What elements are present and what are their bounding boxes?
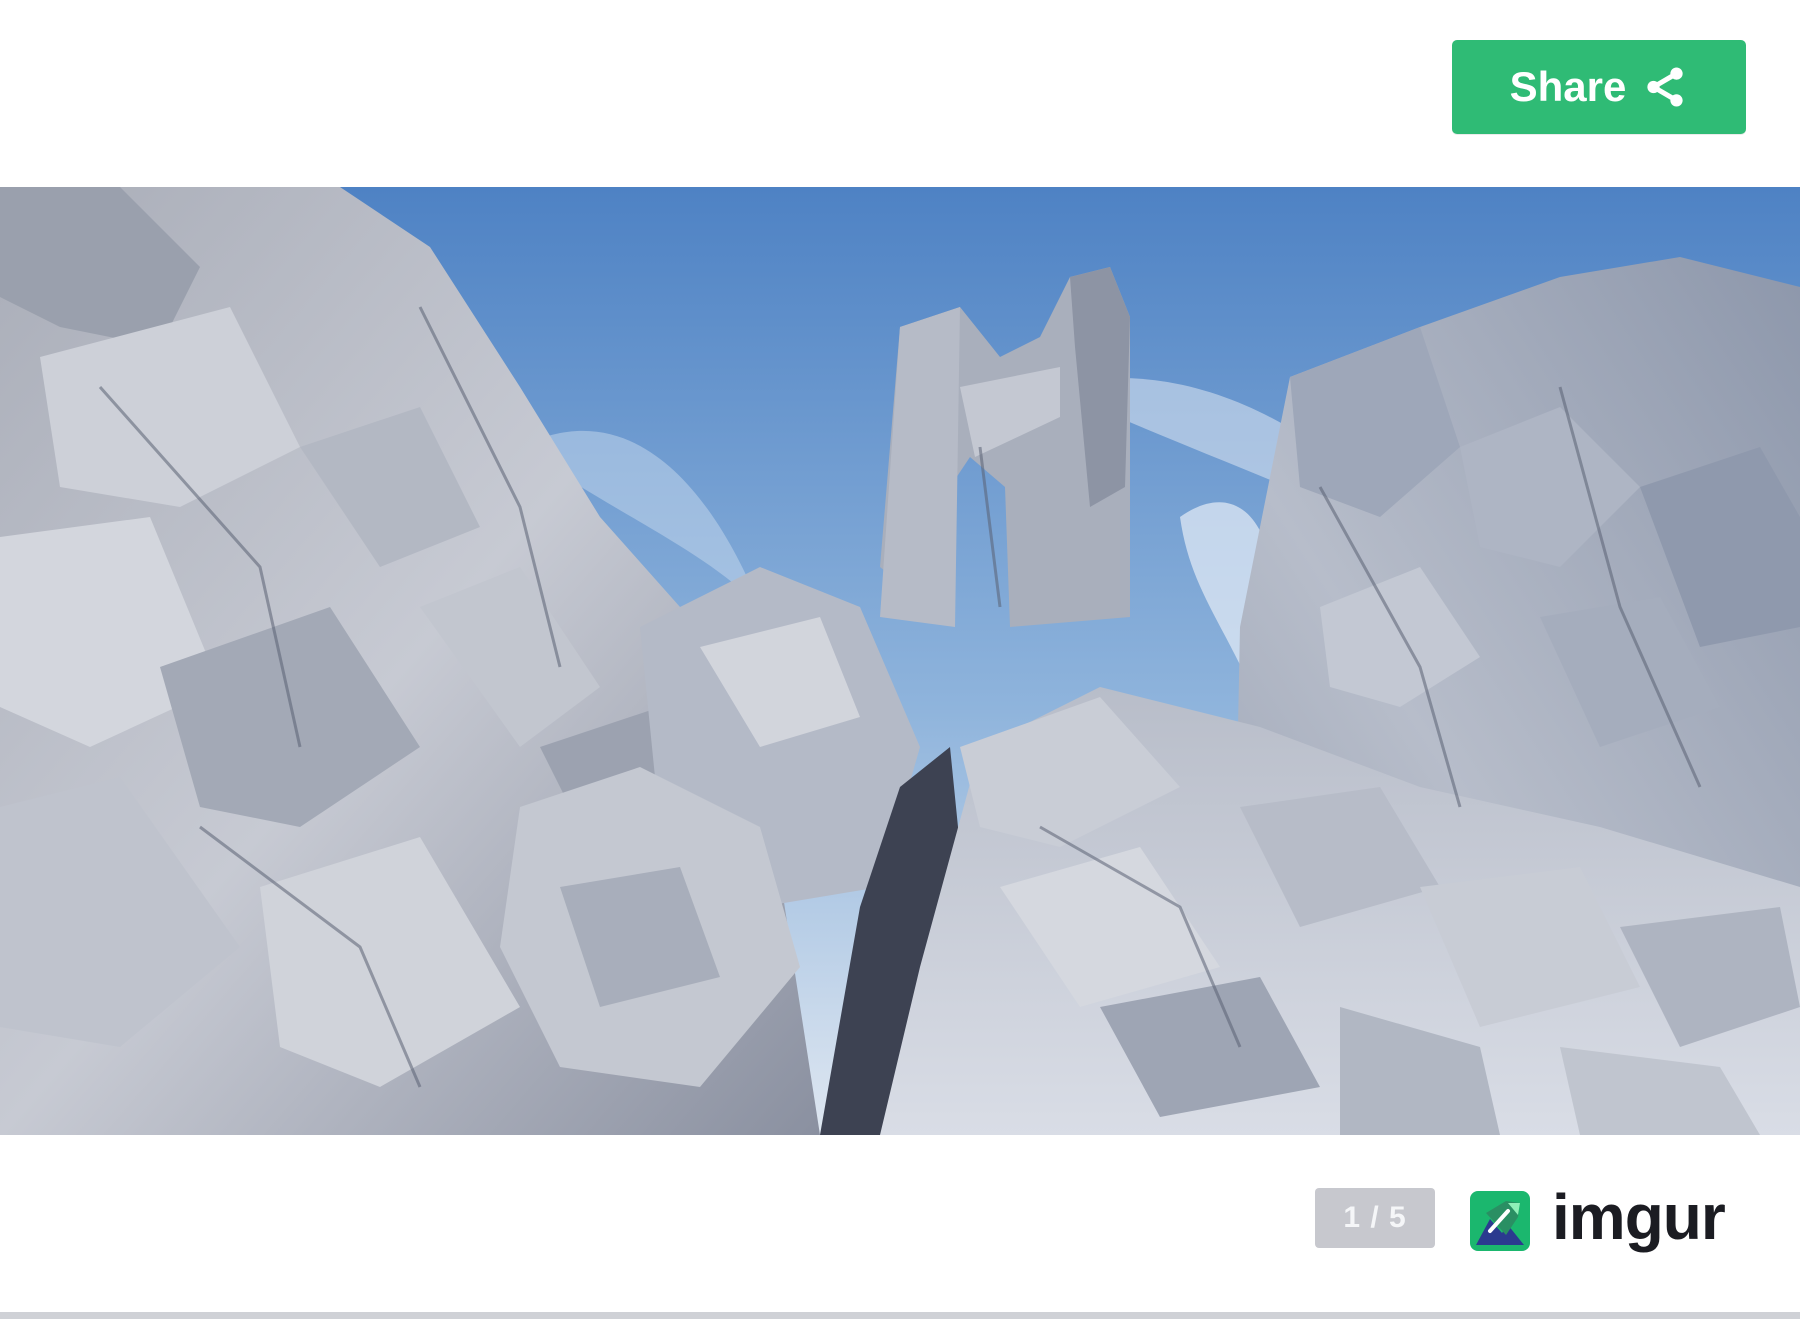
imgur-wordmark: imgur <box>1552 1181 1726 1253</box>
imgur-logo-icon <box>1470 1191 1530 1251</box>
imgur-brand-link[interactable]: imgur <box>1468 1181 1726 1256</box>
share-icon <box>1647 67 1683 107</box>
share-label: Share <box>1509 63 1627 110</box>
gallery-image[interactable] <box>0 187 1800 1135</box>
imgur-embed: Share 1 / 5 imgur <box>0 0 1800 1319</box>
share-button[interactable]: Share <box>1452 40 1746 134</box>
bottom-divider <box>0 1312 1800 1319</box>
gallery-position-indicator: 1 / 5 <box>1315 1188 1435 1248</box>
rock-arch-landscape <box>0 187 1800 1135</box>
